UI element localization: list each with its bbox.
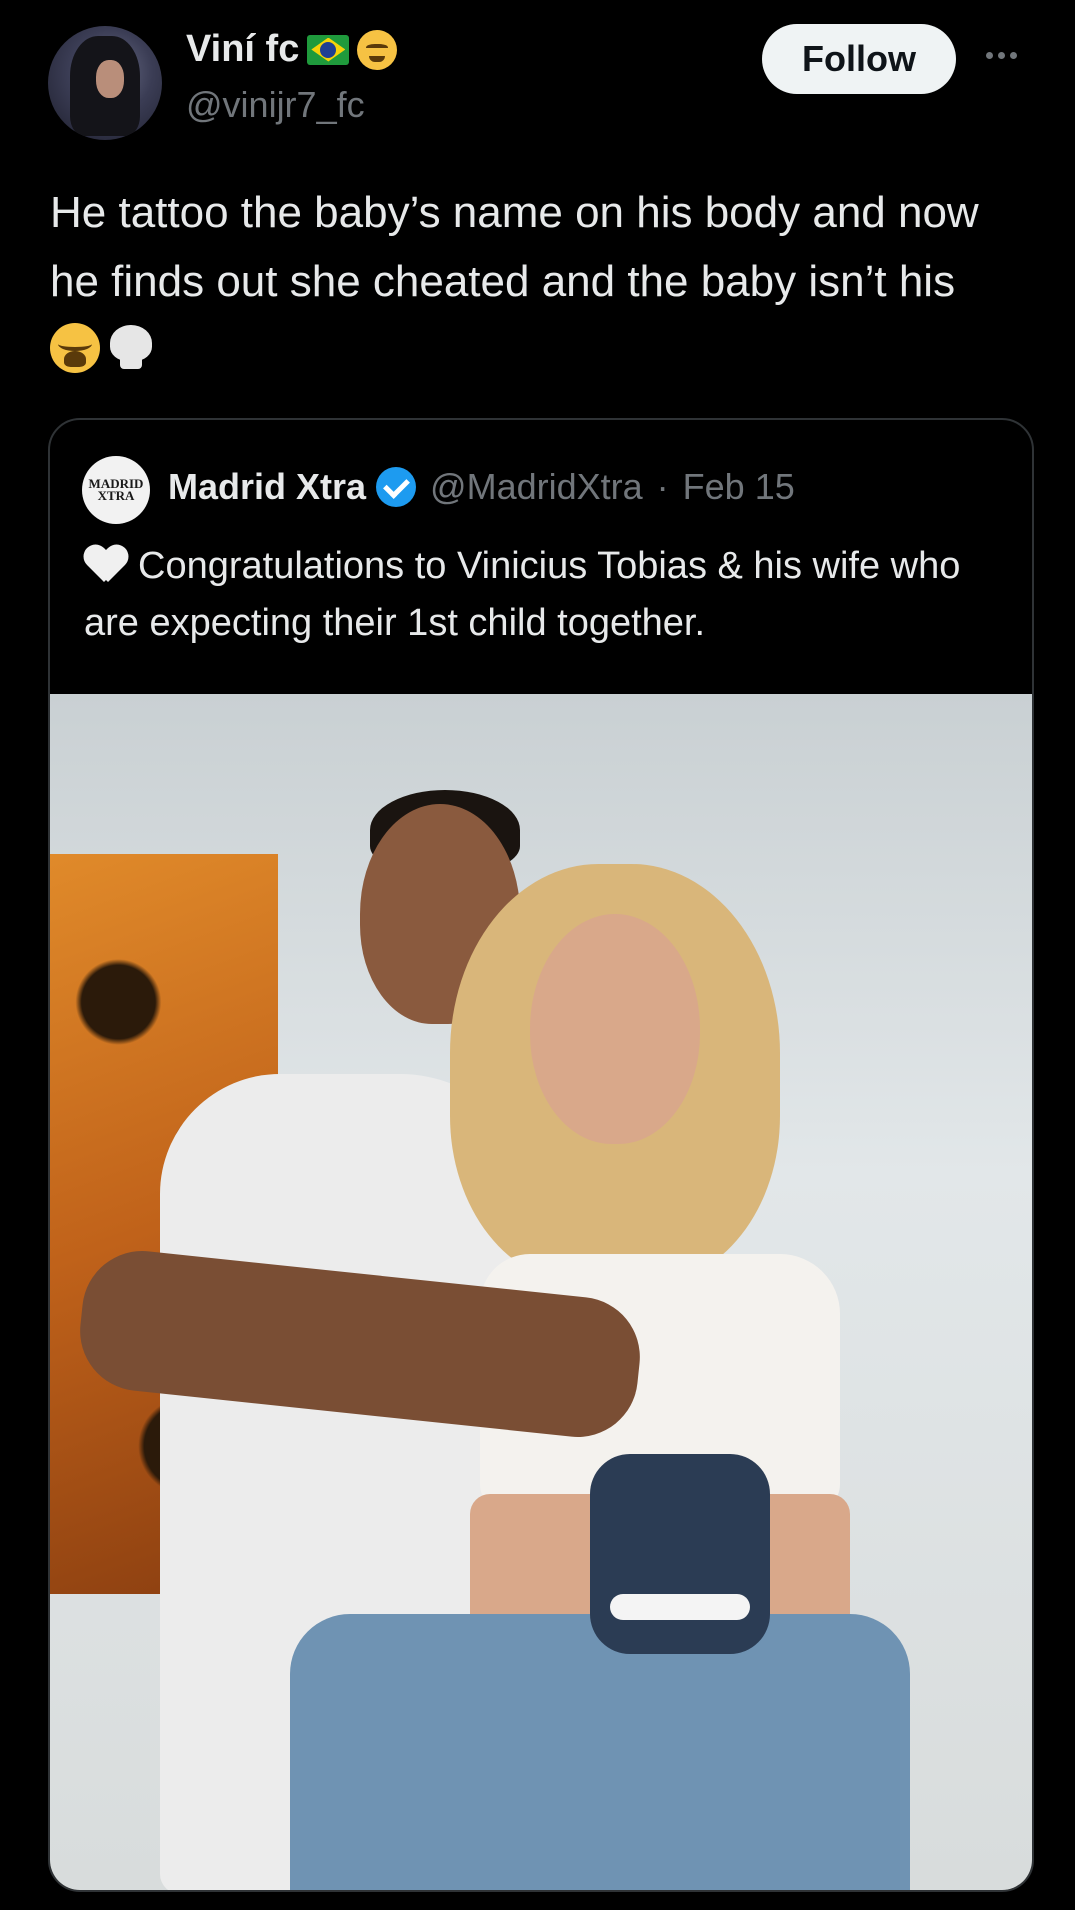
more-dot: [1010, 52, 1017, 59]
meta-separator: ·: [656, 466, 669, 507]
skull-icon: [106, 323, 156, 373]
follow-button[interactable]: Follow: [762, 24, 956, 94]
author-handle[interactable]: @vinijr7_fc: [186, 84, 365, 126]
quoted-author-row: Madrid Xtra @MadridXtra · Feb 15: [168, 466, 795, 508]
quoted-author-name[interactable]: Madrid Xtra: [168, 466, 366, 508]
angry-face-icon: [357, 29, 398, 70]
author-avatar[interactable]: [48, 26, 162, 140]
quoted-tweet-photo[interactable]: [50, 694, 1032, 1890]
quoted-tweet-text-block: Congratulations to Vinicius Tobias & his…: [84, 538, 1004, 652]
quoted-avatar-line2: XTRA: [97, 488, 135, 503]
quoted-tweet-card[interactable]: MADRID XTRA Madrid Xtra @MadridXtra · Fe…: [48, 418, 1034, 1892]
loudly-crying-face-icon: [50, 323, 100, 373]
avatar-face: [96, 60, 124, 98]
quoted-author-avatar[interactable]: MADRID XTRA: [82, 456, 150, 524]
quoted-tweet-text: Congratulations to Vinicius Tobias & his…: [84, 545, 961, 644]
brazil-flag-icon: [307, 34, 350, 65]
author-display-name[interactable]: Viní fc: [186, 28, 299, 71]
author-display-name-row[interactable]: Viní fc: [186, 28, 398, 71]
quoted-tweet-date[interactable]: Feb 15: [683, 466, 795, 508]
tweet-text: He tattoo the baby’s name on his body an…: [50, 188, 979, 306]
quoted-author-handle[interactable]: @MadridXtra: [430, 466, 643, 508]
verified-badge-icon: [376, 467, 417, 507]
white-heart-icon: [84, 544, 128, 584]
more-options-icon[interactable]: [986, 52, 1017, 59]
woman-figure-jeans: [290, 1614, 910, 1890]
tweet-text-block: He tattoo the baby’s name on his body an…: [50, 178, 1010, 385]
more-dot: [998, 52, 1005, 59]
baby-shoes: [590, 1454, 770, 1654]
more-dot: [986, 52, 993, 59]
woman-figure-head: [530, 914, 700, 1144]
